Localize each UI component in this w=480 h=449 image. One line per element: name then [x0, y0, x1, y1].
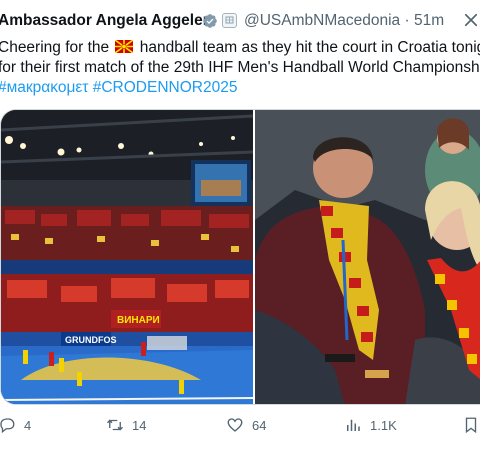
like-button[interactable]: 64 — [226, 414, 266, 436]
tweet-media[interactable]: ВИНАРИ GRUNDFOS hummel molten — [0, 109, 480, 405]
separator: · — [404, 12, 410, 29]
tweet-text-line-1: Cheering for the handball team as they h… — [0, 39, 480, 56]
reply-count: 4 — [24, 417, 32, 433]
tweet-text: Cheering for the handball team as they h… — [0, 38, 480, 98]
repost-button[interactable]: 14 — [106, 414, 146, 436]
north-macedonia-flag-icon — [115, 40, 134, 53]
author-name[interactable]: Ambassador Angela Aggeler — [0, 12, 209, 30]
repost-icon — [107, 419, 123, 431]
more-icon[interactable] — [462, 10, 480, 30]
bookmark-button[interactable] — [462, 414, 480, 436]
fans-photo[interactable] — [255, 110, 480, 405]
tweet-text-line-2: for their first match of the 29th IHF Me… — [0, 59, 480, 76]
bookmark-icon — [465, 417, 477, 434]
repost-count: 14 — [132, 417, 147, 433]
tweet-header: Ambassador Angela Aggeler @USAmbNMacedon… — [0, 12, 480, 34]
banner-vinari: ВИНАРИ — [117, 315, 160, 326]
hashtag[interactable]: #макрακομετ — [0, 79, 88, 96]
handle-and-time[interactable]: @USAmbNMacedonia · 51m — [244, 12, 444, 30]
tweet-actions: 4 14 64 1.1K — [0, 414, 480, 436]
views-button[interactable]: 1.1K — [344, 414, 397, 436]
sign-grundfos: GRUNDFOS — [65, 335, 117, 345]
government-flag-icon — [222, 13, 237, 28]
hashtag[interactable]: #CRODENNOR2025 — [93, 79, 238, 96]
like-count: 64 — [252, 417, 267, 433]
verified-badge-icon — [203, 14, 217, 28]
reply-icon — [0, 418, 15, 434]
tweet-hashtags: #макрακομετ #CRODENNOR2025 — [0, 78, 480, 98]
like-icon — [227, 418, 243, 432]
reply-button[interactable]: 4 — [0, 414, 31, 436]
timestamp[interactable]: 51m — [414, 12, 444, 29]
author-handle[interactable]: @USAmbNMacedonia — [244, 12, 400, 29]
arena-photo[interactable]: ВИНАРИ GRUNDFOS hummel molten — [1, 110, 253, 405]
views-icon — [347, 419, 360, 431]
views-count: 1.1K — [370, 417, 397, 433]
